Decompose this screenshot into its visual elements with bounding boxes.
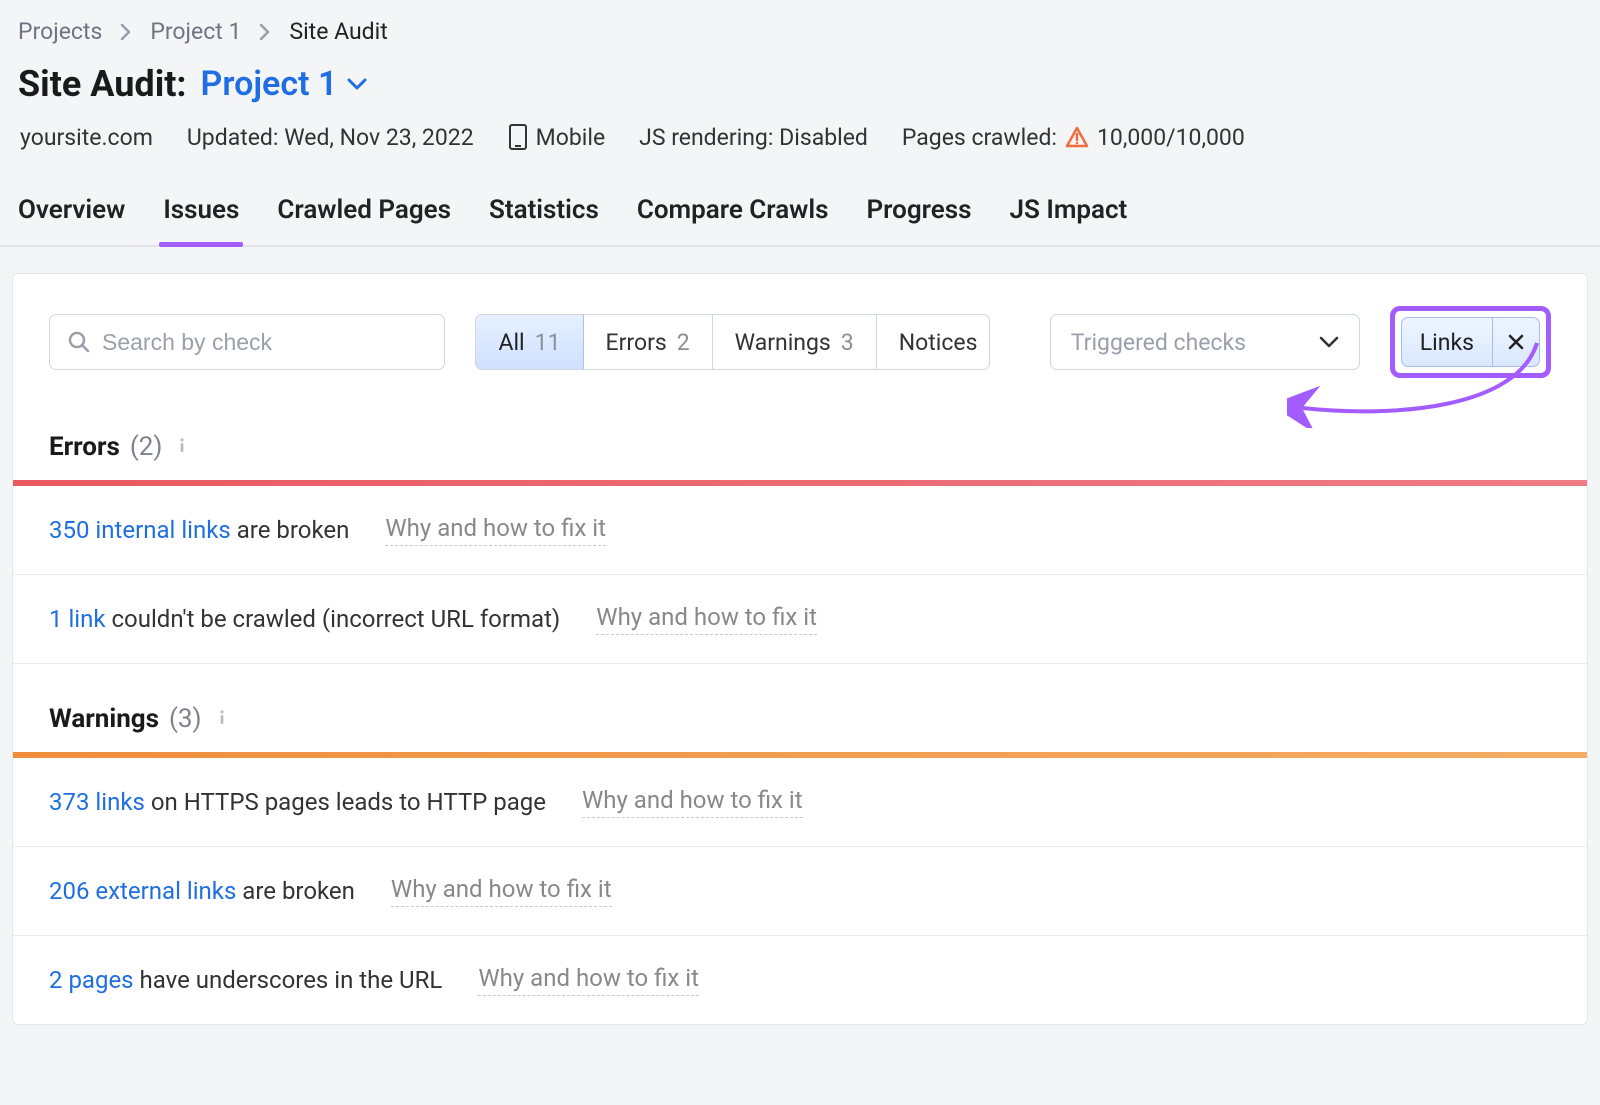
tab-issues[interactable]: Issues xyxy=(159,177,243,245)
site-domain: yoursite.com xyxy=(20,124,153,151)
filter-chip-links[interactable]: Links xyxy=(1401,317,1540,367)
updated-text: Updated: Wed, Nov 23, 2022 xyxy=(187,124,474,151)
errors-count: (2) xyxy=(130,432,163,462)
chevron-down-icon xyxy=(347,77,367,91)
segment-all[interactable]: All11 xyxy=(476,315,583,369)
device-label: Mobile xyxy=(536,124,606,151)
warnings-count: (3) xyxy=(169,704,202,734)
chevron-down-icon xyxy=(1319,335,1339,349)
fix-link[interactable]: Why and how to fix it xyxy=(582,786,803,818)
issue-link[interactable]: 350 internal links xyxy=(49,516,231,544)
device-indicator: Mobile xyxy=(508,123,606,151)
issue-row: 206 external links are broken Why and ho… xyxy=(13,847,1587,936)
search-input[interactable] xyxy=(102,329,426,356)
warnings-title: Warnings xyxy=(49,704,159,734)
issue-row: 1 link couldn't be crawled (incorrect UR… xyxy=(13,575,1587,664)
chip-highlight: Links xyxy=(1390,306,1551,378)
close-icon xyxy=(1507,333,1525,351)
info-icon[interactable] xyxy=(212,704,232,734)
segment-notices[interactable]: Notices6 xyxy=(877,315,990,369)
fix-link[interactable]: Why and how to fix it xyxy=(385,514,606,546)
segment-warnings[interactable]: Warnings3 xyxy=(713,315,877,369)
errors-title: Errors xyxy=(49,432,120,462)
segment-errors[interactable]: Errors2 xyxy=(584,315,713,369)
meta-row: yoursite.com Updated: Wed, Nov 23, 2022 … xyxy=(0,115,1600,177)
fix-link[interactable]: Why and how to fix it xyxy=(596,603,817,635)
issue-text: are broken xyxy=(236,877,355,905)
issue-text: on HTTPS pages leads to HTTP page xyxy=(145,788,546,816)
tab-compare-crawls[interactable]: Compare Crawls xyxy=(633,177,833,245)
js-rendering: JS rendering: Disabled xyxy=(639,124,868,151)
tabs: Overview Issues Crawled Pages Statistics… xyxy=(0,177,1600,247)
issue-row: 373 links on HTTPS pages leads to HTTP p… xyxy=(13,758,1587,847)
page-header: Site Audit: Project 1 xyxy=(0,59,1600,115)
tab-js-impact[interactable]: JS Impact xyxy=(1006,177,1132,245)
breadcrumb-projects[interactable]: Projects xyxy=(18,18,102,45)
triggered-checks-dropdown[interactable]: Triggered checks xyxy=(1050,314,1360,370)
segment-control: All11 Errors2 Warnings3 Notices6 xyxy=(475,314,989,370)
issue-link[interactable]: 2 pages xyxy=(49,966,134,994)
project-name: Project 1 xyxy=(201,64,338,104)
breadcrumb: Projects Project 1 Site Audit xyxy=(0,0,1600,59)
issue-link[interactable]: 1 link xyxy=(49,605,106,633)
warning-icon xyxy=(1065,126,1089,148)
chevron-right-icon xyxy=(259,23,271,41)
dropdown-label: Triggered checks xyxy=(1071,329,1246,356)
page-title: Site Audit: xyxy=(18,63,187,105)
tab-crawled-pages[interactable]: Crawled Pages xyxy=(273,177,455,245)
issue-text: are broken xyxy=(231,516,350,544)
breadcrumb-siteaudit: Site Audit xyxy=(289,18,387,45)
issue-link[interactable]: 206 external links xyxy=(49,877,236,905)
fix-link[interactable]: Why and how to fix it xyxy=(391,875,612,907)
search-icon xyxy=(68,331,90,353)
issue-row: 350 internal links are broken Why and ho… xyxy=(13,486,1587,575)
breadcrumb-project1[interactable]: Project 1 xyxy=(150,18,241,45)
issue-text: couldn't be crawled (incorrect URL forma… xyxy=(106,605,561,633)
issue-link[interactable]: 373 links xyxy=(49,788,145,816)
search-input-wrap[interactable] xyxy=(49,314,445,370)
issue-row: 2 pages have underscores in the URL Why … xyxy=(13,936,1587,1024)
warnings-header: Warnings (3) xyxy=(13,664,1587,752)
pages-crawled: Pages crawled: 10,000/10,000 xyxy=(902,124,1245,151)
tab-progress[interactable]: Progress xyxy=(863,177,976,245)
issues-panel: All11 Errors2 Warnings3 Notices6 Trigger… xyxy=(12,273,1588,1025)
info-icon[interactable] xyxy=(172,432,192,462)
chip-remove-button[interactable] xyxy=(1492,318,1539,366)
chip-label: Links xyxy=(1402,318,1492,366)
crawled-value: 10,000/10,000 xyxy=(1097,124,1245,151)
chevron-right-icon xyxy=(120,23,132,41)
tab-statistics[interactable]: Statistics xyxy=(485,177,603,245)
tab-overview[interactable]: Overview xyxy=(14,177,129,245)
issue-text: have underscores in the URL xyxy=(134,966,443,994)
filter-bar: All11 Errors2 Warnings3 Notices6 Trigger… xyxy=(13,274,1587,392)
fix-link[interactable]: Why and how to fix it xyxy=(478,964,699,996)
errors-header: Errors (2) xyxy=(13,392,1587,480)
mobile-icon xyxy=(508,123,528,151)
project-selector[interactable]: Project 1 xyxy=(201,64,368,104)
